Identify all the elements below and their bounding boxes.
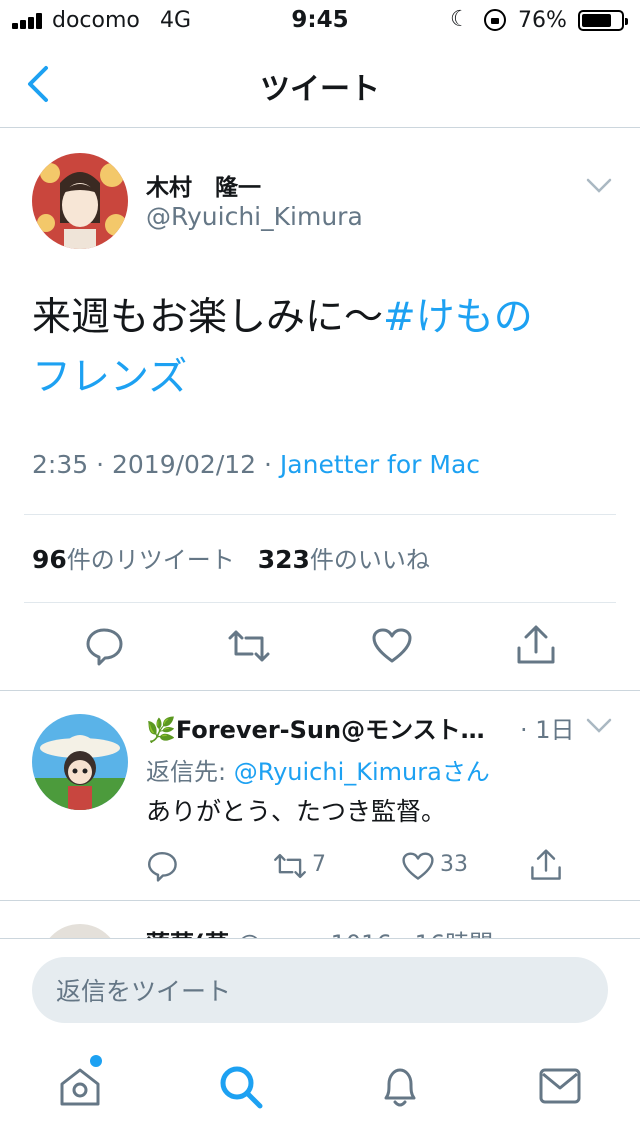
like-icon[interactable] [402, 852, 434, 881]
chevron-down-icon[interactable] [586, 718, 612, 734]
mention-link[interactable]: @Ryuichi_Kimuraさん [234, 758, 490, 786]
search-icon[interactable] [218, 1064, 264, 1110]
next-reply-author: 蓮華(草 @renge1016 · 16時間 [146, 924, 493, 938]
like-stat[interactable]: 323件のいいね [258, 545, 430, 574]
reply-text: ありがとう、たつき監督。 [146, 797, 447, 826]
tweet-text: 来週もお楽しみに〜#けもの フレンズ [32, 288, 612, 408]
page-title: ツイート [260, 72, 380, 107]
new-content-badge [90, 1055, 102, 1067]
share-icon[interactable] [516, 624, 556, 666]
like-icon[interactable] [372, 628, 412, 664]
reply-input[interactable]: 返信をツイート [32, 957, 608, 1023]
list-item[interactable]: 蓮華(草 @renge1016 · 16時間 [0, 902, 640, 938]
divider [0, 900, 640, 901]
messages-icon[interactable] [538, 1066, 582, 1106]
share-icon[interactable] [530, 848, 562, 882]
replying-to: 返信先: @Ryuichi_Kimuraさん [146, 758, 490, 786]
home-icon[interactable] [58, 1064, 102, 1108]
retweet-count: 7 [312, 852, 326, 877]
tweet-source-link[interactable]: Janetter for Mac [280, 450, 480, 479]
author-handle[interactable]: @Ryuichi_Kimura [146, 202, 363, 231]
author-name[interactable]: 木村 隆一 [146, 168, 261, 202]
battery-percent: 76% [518, 8, 567, 33]
navigation-bar: ツイート [0, 40, 640, 128]
orientation-lock-icon [484, 9, 506, 31]
chevron-down-icon[interactable] [586, 178, 612, 194]
battery-icon [578, 10, 628, 31]
avatar [40, 924, 120, 938]
tweet-time: 2:35 [32, 450, 89, 479]
notifications-icon[interactable] [380, 1064, 420, 1110]
retweet-icon[interactable] [272, 852, 308, 880]
tweet-meta: 2:35 · 2019/02/12 · Janetter for Mac [32, 450, 481, 479]
like-count: 33 [440, 852, 468, 877]
retweet-icon[interactable] [226, 628, 272, 664]
divider [24, 602, 616, 603]
retweet-stat[interactable]: 96件のリツイート [32, 545, 235, 574]
reply-author-name[interactable]: 🌿Forever-Sun@モンスト… [146, 710, 485, 745]
divider [0, 690, 640, 691]
reply-author-avatar[interactable] [32, 714, 128, 810]
divider [24, 514, 616, 515]
do-not-disturb-icon: ☾ [450, 7, 470, 32]
status-bar: docomo 4G 9:45 ☾ 76% [0, 0, 640, 40]
tweet-date: 2019/02/12 [111, 450, 257, 479]
reply-timestamp: · 1日 [520, 716, 575, 744]
tweet-text-body: 来週もお楽しみに〜 [32, 295, 384, 340]
reply-icon[interactable] [84, 626, 124, 666]
author-avatar[interactable] [32, 153, 128, 249]
reply-icon[interactable] [146, 850, 178, 882]
tweet-stats: 96件のリツイート 323件のいいね [32, 540, 430, 575]
